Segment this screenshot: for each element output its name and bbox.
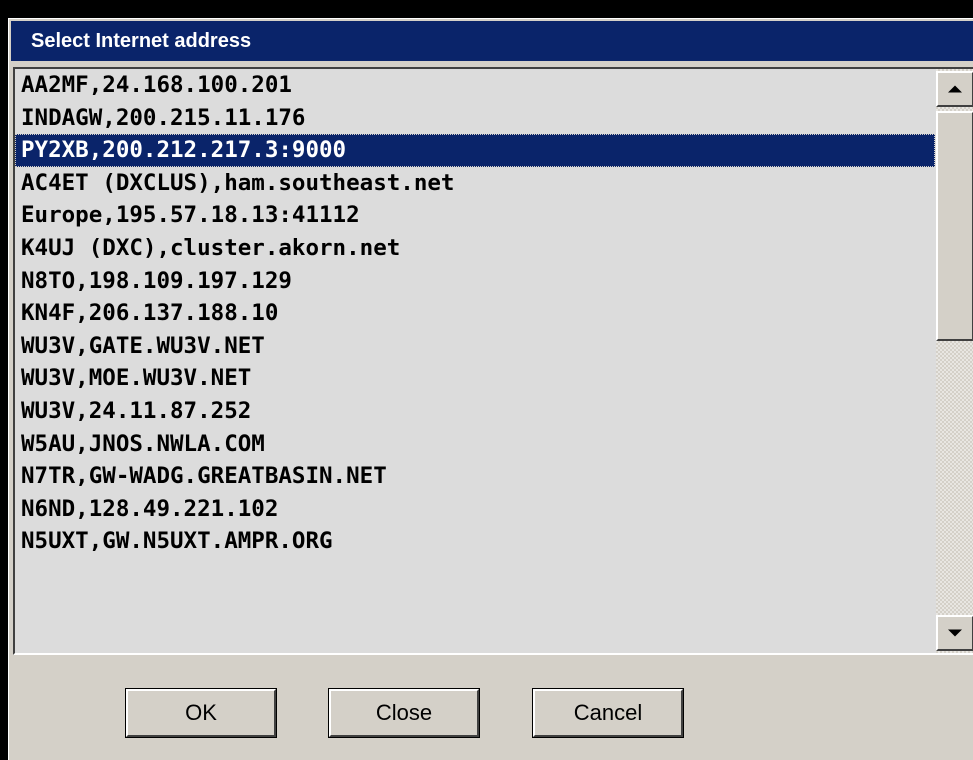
- cancel-button[interactable]: Cancel: [532, 688, 684, 738]
- list-item[interactable]: N8TO,198.109.197.129: [15, 265, 935, 298]
- list-item[interactable]: W5AU,JNOS.NWLA.COM: [15, 428, 935, 461]
- list-item[interactable]: Europe,195.57.18.13:41112: [15, 199, 935, 232]
- list-item[interactable]: KN4F,206.137.188.10: [15, 297, 935, 330]
- list-item[interactable]: WU3V,24.11.87.252: [15, 395, 935, 428]
- list-item[interactable]: K4UJ (DXC),cluster.akorn.net: [15, 232, 935, 265]
- list-item[interactable]: INDAGW,200.215.11.176: [15, 102, 935, 135]
- vertical-scrollbar[interactable]: [936, 69, 973, 653]
- scrollbar-thumb[interactable]: [936, 111, 973, 341]
- list-item[interactable]: WU3V,MOE.WU3V.NET: [15, 362, 935, 395]
- dialog-title: Select Internet address: [11, 21, 973, 61]
- list-item[interactable]: N7TR,GW-WADG.GREATBASIN.NET: [15, 460, 935, 493]
- address-listbox[interactable]: AA2MF,24.168.100.201 INDAGW,200.215.11.1…: [13, 67, 973, 655]
- scroll-up-button[interactable]: [936, 71, 973, 107]
- list-item[interactable]: N5UXT,GW.N5UXT.AMPR.ORG: [15, 525, 935, 558]
- scroll-down-button[interactable]: [936, 615, 973, 651]
- scroll-down-arrow-icon: [948, 629, 962, 637]
- scroll-up-arrow-icon: [948, 85, 962, 93]
- list-item[interactable]: WU3V,GATE.WU3V.NET: [15, 330, 935, 363]
- list-item[interactable]: AC4ET (DXCLUS),ham.southeast.net: [15, 167, 935, 200]
- list-item[interactable]: N6ND,128.49.221.102: [15, 493, 935, 526]
- list-item[interactable]: AA2MF,24.168.100.201: [15, 69, 935, 102]
- list-item[interactable]: PY2XB,200.212.217.3:9000: [15, 134, 935, 167]
- select-internet-address-dialog: Select Internet address AA2MF,24.168.100…: [8, 18, 973, 760]
- address-list: AA2MF,24.168.100.201 INDAGW,200.215.11.1…: [15, 69, 935, 653]
- ok-button[interactable]: OK: [125, 688, 277, 738]
- close-button[interactable]: Close: [328, 688, 480, 738]
